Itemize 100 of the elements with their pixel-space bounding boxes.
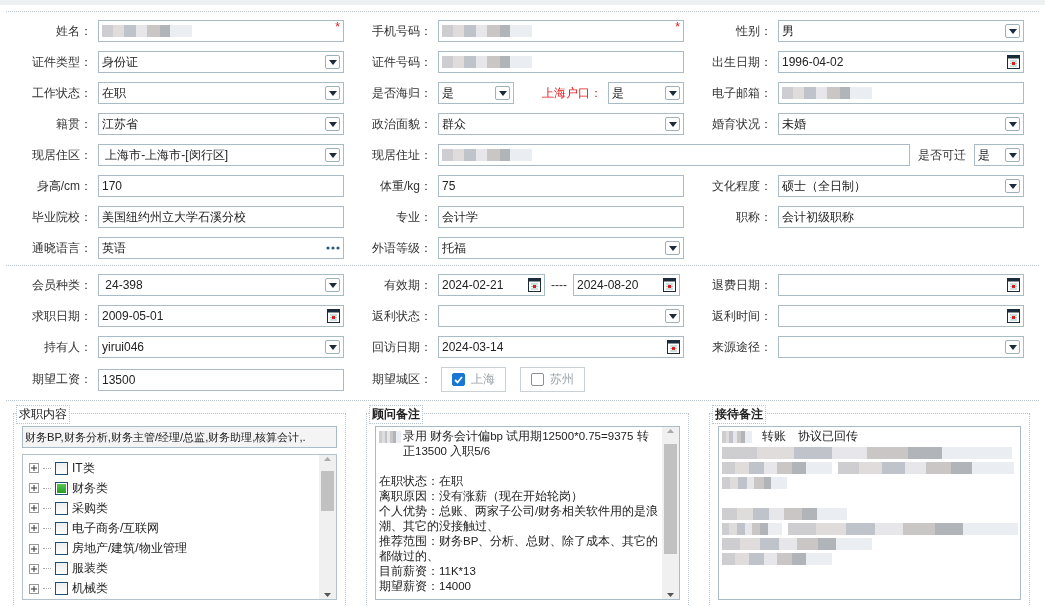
dropdown-button[interactable]	[495, 86, 510, 100]
text-field[interactable]: 美国纽约州立大学石溪分校	[98, 206, 344, 228]
tree-checkbox[interactable]	[55, 461, 68, 475]
dropdown-button[interactable]	[325, 55, 340, 69]
select-field[interactable]	[778, 336, 1024, 358]
field-label: 回访日期：	[371, 338, 432, 356]
select-field[interactable]: 身份证	[98, 51, 344, 73]
text-field[interactable]: 75	[438, 175, 684, 197]
more-icon[interactable]	[326, 246, 340, 250]
tree-item[interactable]: 房地产/建筑/物业管理	[72, 540, 187, 558]
text-field[interactable]: *	[98, 20, 344, 42]
checkbox[interactable]	[452, 373, 465, 386]
dropdown-button[interactable]	[325, 340, 340, 354]
dropdown-button[interactable]	[1005, 24, 1020, 38]
tree-item[interactable]: IT类	[72, 459, 95, 477]
select-field[interactable]: 是	[974, 144, 1024, 166]
select-field[interactable]	[438, 305, 684, 327]
notes-textarea[interactable]: 转账 协议已回传	[718, 426, 1021, 600]
field-label: 毕业院校：	[31, 208, 92, 226]
select-field[interactable]: 硕士（全日制）	[778, 175, 1024, 197]
date-field[interactable]: 2024-03-14	[438, 336, 684, 358]
tree-checkbox[interactable]	[55, 481, 68, 495]
date-field[interactable]	[778, 274, 1024, 296]
select-field[interactable]: 男	[778, 20, 1024, 42]
dropdown-button[interactable]	[325, 148, 340, 162]
date-field[interactable]: 2024-02-21	[438, 274, 545, 296]
expand-icon[interactable]	[29, 483, 39, 494]
notes-textarea[interactable]: 录用 财务会计偏bp 试用期12500*0.75=9375 转正13500 入职5/6 在职状态：在职 离职原因：没有涨薪（现在开始轮岗） 个人优势：总账、两家子公司/财务相关软件用的是浪潮、其它的没接触过、 推荐范围：财务BP、分析、总财、除了成本、其它的都做过的、 目前薪资：11K*13 期望薪资：14000	[375, 426, 680, 600]
dropdown-button[interactable]	[1005, 148, 1020, 162]
checkbox[interactable]	[531, 373, 544, 386]
dropdown-button[interactable]	[665, 86, 680, 100]
calendar-icon[interactable]	[1007, 55, 1020, 69]
text-field[interactable]	[438, 51, 684, 73]
calendar-icon[interactable]	[663, 278, 676, 292]
date-field[interactable]: 2009-05-01	[98, 305, 344, 327]
scroll-thumb[interactable]	[321, 471, 334, 511]
dropdown-button[interactable]	[665, 309, 680, 323]
tree-item[interactable]: 电子商务/互联网	[72, 520, 160, 537]
field-label: 现居住址：	[371, 146, 432, 164]
dropdown-button[interactable]	[1005, 117, 1020, 131]
select-field[interactable]: 上海市-上海市-[闵行区]	[98, 144, 344, 166]
tree-checkbox[interactable]	[55, 562, 68, 576]
select-field[interactable]: 是	[608, 82, 684, 104]
select-field[interactable]: 托福	[438, 237, 684, 259]
date-field[interactable]: 1996-04-02	[778, 51, 1024, 73]
expand-icon[interactable]	[29, 543, 39, 554]
expand-icon[interactable]	[29, 463, 39, 474]
dropdown-button[interactable]	[325, 278, 340, 292]
dropdown-button[interactable]	[1005, 340, 1020, 354]
select-field[interactable]: 未婚	[778, 113, 1024, 135]
text-field[interactable]	[778, 82, 1024, 104]
expand-icon[interactable]	[29, 563, 39, 574]
dropdown-button[interactable]	[1005, 179, 1020, 193]
scroll-down-icon[interactable]	[324, 593, 331, 597]
field-label: 退费日期：	[711, 276, 772, 294]
select-field[interactable]: 24-398	[98, 274, 344, 296]
tree-checkbox[interactable]	[55, 501, 68, 515]
calendar-icon[interactable]	[1007, 278, 1020, 292]
calendar-icon[interactable]	[327, 309, 340, 323]
scroll-down-icon[interactable]	[667, 593, 674, 597]
picker-field[interactable]: 英语	[98, 237, 344, 259]
scrollbar[interactable]	[319, 455, 336, 599]
expand-icon[interactable]	[29, 523, 39, 534]
panel-title: 接待备注	[712, 405, 766, 424]
date-field[interactable]: 2024-08-20	[573, 274, 680, 296]
tree-item[interactable]: 财务类	[72, 479, 108, 497]
text-field[interactable]: *	[438, 20, 684, 42]
tree-item[interactable]: 机械类	[72, 580, 108, 598]
calendar-icon[interactable]	[528, 278, 541, 292]
select-field[interactable]: 在职	[98, 82, 344, 104]
field-label: 持有人：	[43, 338, 92, 356]
text-field[interactable]: 170	[98, 175, 344, 197]
text-field[interactable]: 会计初级职称	[778, 206, 1024, 228]
dropdown-button[interactable]	[325, 86, 340, 100]
select-field[interactable]: yirui046	[98, 336, 344, 358]
expand-icon[interactable]	[29, 583, 39, 594]
tree-item[interactable]: 采购类	[72, 499, 108, 517]
dropdown-button[interactable]	[325, 117, 340, 131]
tree-item[interactable]: 服装类	[72, 560, 108, 578]
dropdown-button[interactable]	[665, 241, 680, 255]
tree-checkbox[interactable]	[55, 582, 68, 596]
select-field[interactable]: 群众	[438, 113, 684, 135]
text-field[interactable]	[438, 144, 910, 166]
field-label: 出生日期：	[711, 53, 772, 71]
tree-checkbox[interactable]	[55, 522, 68, 535]
expand-icon[interactable]	[29, 503, 39, 514]
field-label: 姓名：	[55, 22, 92, 40]
text-field[interactable]: 会计学	[438, 206, 684, 228]
scrollbar[interactable]	[662, 427, 679, 599]
select-field[interactable]: 是	[438, 82, 514, 104]
select-field[interactable]: 江苏省	[98, 113, 344, 135]
dropdown-button[interactable]	[665, 117, 680, 131]
text-field[interactable]: 13500	[98, 368, 344, 391]
calendar-icon[interactable]	[1007, 309, 1020, 323]
calendar-icon[interactable]	[667, 340, 680, 354]
summary-field[interactable]: 财务BP,财务分析,财务主管/经理/总监,财务助理,核算会计,.	[22, 426, 337, 448]
date-field[interactable]	[778, 305, 1024, 327]
panel-title: 顾问备注	[369, 405, 423, 424]
tree-checkbox[interactable]	[55, 542, 68, 556]
scroll-thumb[interactable]	[664, 444, 677, 554]
